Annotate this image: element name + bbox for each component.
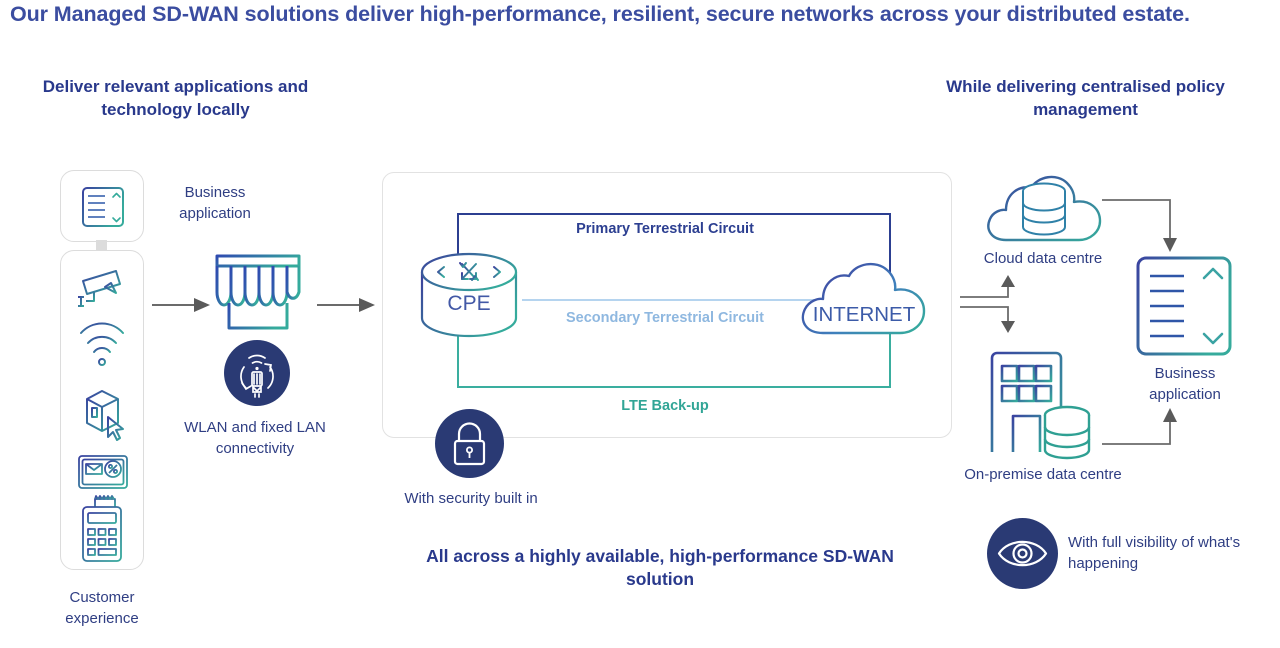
payment-terminal-icon	[82, 495, 122, 562]
loyalty-card-icon	[78, 455, 128, 489]
wlan-label-text: WLAN and fixed LAN connectivity	[184, 419, 326, 457]
business-application-card	[60, 170, 144, 242]
office-building-database-icon	[990, 351, 1091, 460]
internet-cloud-icon: INTERNET	[801, 262, 926, 335]
cpe-router-icon: CPE	[420, 252, 518, 338]
on-premise-data-centre-label: On-premise data centre	[964, 466, 1122, 483]
cloud-database-icon	[987, 175, 1102, 242]
security-badge	[435, 409, 504, 478]
customer-experience-card	[60, 250, 144, 570]
right-column-heading: While delivering centralised policy mana…	[946, 77, 1225, 119]
secondary-circuit-label: Secondary Terrestrial Circuit	[566, 310, 764, 326]
page-headline: Our Managed SD-WAN solutions deliver hig…	[10, 2, 1190, 26]
parcel-cursor-icon	[86, 390, 119, 432]
visibility-badge	[987, 518, 1058, 589]
eye-visibility-icon	[997, 540, 1048, 567]
lte-backup-label: LTE Back-up	[621, 398, 709, 414]
customer-experience-icon-stack	[78, 270, 128, 562]
business-application-right-label: Business application	[1149, 365, 1221, 403]
customer-experience-label: Customer experience	[65, 589, 139, 627]
primary-circuit-label: Primary Terrestrial Circuit	[576, 221, 754, 237]
visibility-label: With full visibility of what's happening	[1068, 534, 1241, 572]
padlock-icon	[453, 422, 486, 466]
wlan-label: WLAN and fixed LAN connectivity	[180, 418, 330, 459]
wlan-badge	[224, 340, 290, 406]
wifi-signal-icon	[80, 322, 124, 366]
business-application-icon-right	[1136, 256, 1232, 356]
cloud-data-centre-label: Cloud data centre	[983, 250, 1103, 267]
panel-to-datacentre-connectors	[960, 275, 1015, 333]
left-column-heading: Deliver relevant applications and techno…	[42, 77, 309, 119]
bottom-caption: All across a highly available, high-perf…	[426, 546, 894, 590]
security-label: With security built in	[404, 490, 538, 507]
business-application-icon	[82, 187, 124, 227]
cpe-label: CPE	[447, 292, 490, 315]
wireless-access-point-icon	[240, 354, 274, 398]
cursor-arrow-icon	[107, 416, 124, 441]
cctv-camera-icon	[78, 270, 121, 307]
business-application-label: Business application	[179, 184, 251, 222]
arrow-store-to-panel	[317, 298, 375, 312]
